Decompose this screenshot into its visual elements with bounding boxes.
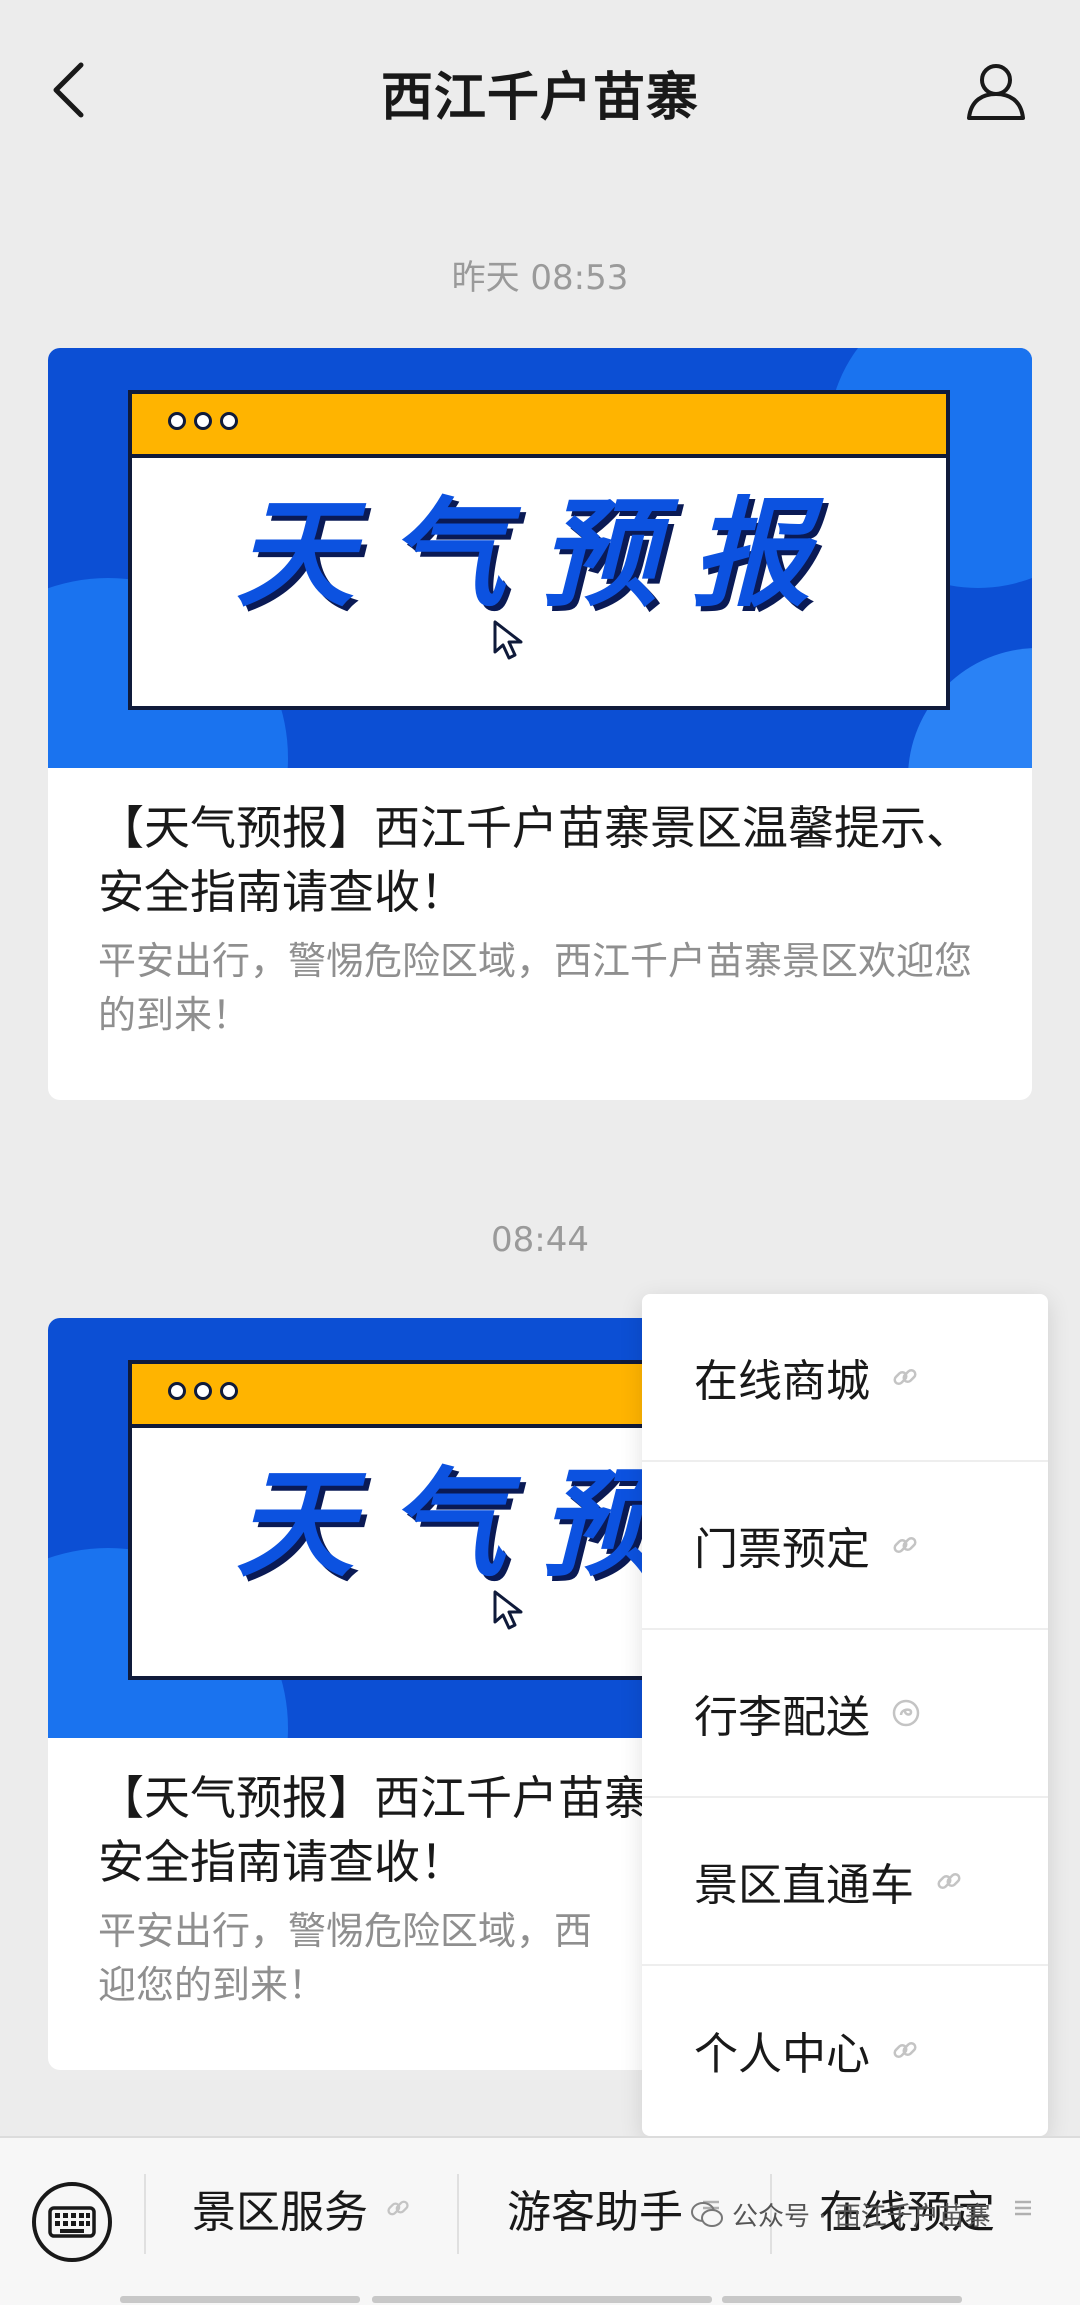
article-card[interactable]: 天气预报 【天气预报】西江千户苗寨景区温馨提示、安全指南请查收！ 平安出行，警惕… (48, 348, 1032, 1100)
page-title: 西江千户苗寨 (380, 68, 699, 128)
tab-scenic-services[interactable]: 景区服务 (146, 2138, 456, 2278)
miniprogram-icon (892, 1699, 920, 1727)
message-timestamp: 昨天 08:53 (451, 258, 629, 298)
profile-button[interactable] (960, 55, 1032, 127)
keyboard-toggle-button[interactable] (30, 2180, 114, 2264)
keyboard-icon (32, 2182, 112, 2262)
submenu-item-personal-center[interactable]: 个人中心 (642, 1966, 1048, 2134)
top-nav-bar: 西江千户苗寨 (0, 0, 1080, 180)
wechat-official-account-icon (691, 2201, 723, 2227)
message-timestamp: 08:44 (491, 1220, 589, 1260)
mouse-cursor-icon (493, 1590, 523, 1630)
page-indicator (722, 2296, 962, 2303)
submenu-item-online-mall[interactable]: 在线商城 (642, 1294, 1048, 1462)
submenu-item-ticket-booking[interactable]: 门票预定 (642, 1462, 1048, 1630)
submenu-item-label: 行李配送 (694, 1692, 870, 1743)
submenu-item-label: 门票预定 (694, 1524, 870, 1575)
user-icon (967, 64, 1025, 120)
submenu-popup: 在线商城 门票预定 行李配送 景区直通车 个人中心 (642, 1294, 1048, 2136)
link-icon (892, 1364, 918, 1390)
submenu-item-label: 在线商城 (694, 1356, 870, 1407)
tab-label: 景区服务 (192, 2187, 368, 2238)
submenu-item-label: 景区直通车 (694, 1860, 914, 1911)
menu-lines-icon (1013, 2199, 1033, 2217)
mouse-cursor-icon (493, 620, 523, 660)
article-banner: 天气预报 (48, 348, 1032, 768)
banner-headline: 天气预报 (235, 485, 844, 623)
watermark: 公众号 · 西江千户苗寨 (690, 2196, 991, 2233)
submenu-item-scenic-shuttle[interactable]: 景区直通车 (642, 1798, 1048, 1966)
tab-label: 游客助手 (507, 2187, 683, 2238)
article-title: 【天气预报】西江千户苗寨景区温馨提示、安全指南请查收！ (98, 801, 972, 919)
article-summary: 平安出行，警惕危险区域，西江千户苗寨景区欢迎您的到来！ (98, 939, 973, 1037)
link-icon (936, 1868, 962, 1894)
page-indicator (372, 2296, 712, 2303)
link-icon (892, 2037, 918, 2063)
page-indicator (120, 2296, 360, 2303)
link-icon (386, 2196, 410, 2220)
submenu-item-label: 个人中心 (694, 2029, 870, 2080)
watermark-text: 公众号 · 西江千户苗寨 (732, 2202, 991, 2232)
link-icon (892, 1532, 918, 1558)
submenu-item-luggage-delivery[interactable]: 行李配送 (642, 1630, 1048, 1798)
